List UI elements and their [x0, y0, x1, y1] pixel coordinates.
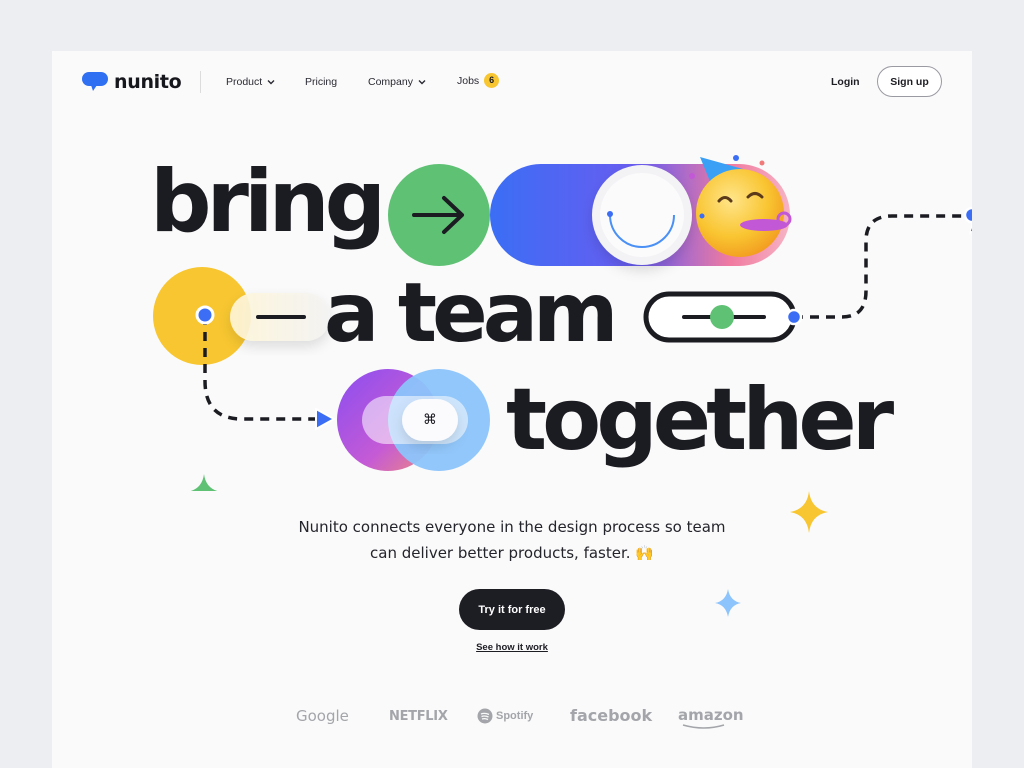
arrow-circle-icon — [388, 164, 490, 266]
see-how-link[interactable]: See how it work — [452, 642, 572, 653]
hero-word-together: together — [506, 370, 894, 470]
dashed-connector — [794, 214, 970, 319]
try-free-button[interactable]: Try it for free — [459, 589, 565, 630]
hero-word-bring: bring — [150, 152, 386, 252]
hero-subtitle: Nunito connects everyone in the design p… — [252, 514, 772, 566]
amazon-text: amazon — [678, 706, 744, 724]
facebook-logo: facebook — [570, 706, 653, 725]
page-card: nunito Product Pricing Company Jobs 6 Lo… — [52, 51, 972, 768]
subtitle-line: Nunito connects everyone in the design p… — [298, 518, 726, 536]
play-arrow-icon — [315, 407, 337, 431]
spotify-logo: Spotify — [477, 708, 533, 724]
connector-node — [963, 206, 972, 224]
spotify-icon — [477, 708, 493, 724]
netflix-logo: NETFLIX — [389, 709, 448, 724]
hero-word-a-team: a team — [324, 266, 618, 361]
sparkle-icon — [715, 589, 741, 617]
google-logo: Google — [296, 707, 349, 725]
connector-node — [195, 305, 215, 325]
spotify-text: Spotify — [496, 710, 534, 722]
sparkle-icon — [790, 491, 828, 533]
connector-node — [785, 308, 803, 326]
subtitle-line: can deliver better products, faster. 🙌 — [370, 544, 654, 562]
amazon-smile-icon — [682, 724, 725, 729]
yellow-circle-slider — [153, 267, 330, 365]
slider-outline-pill — [643, 291, 797, 343]
command-key-icon: ⌘ — [423, 412, 437, 428]
amazon-logo: amazon — [678, 706, 744, 729]
